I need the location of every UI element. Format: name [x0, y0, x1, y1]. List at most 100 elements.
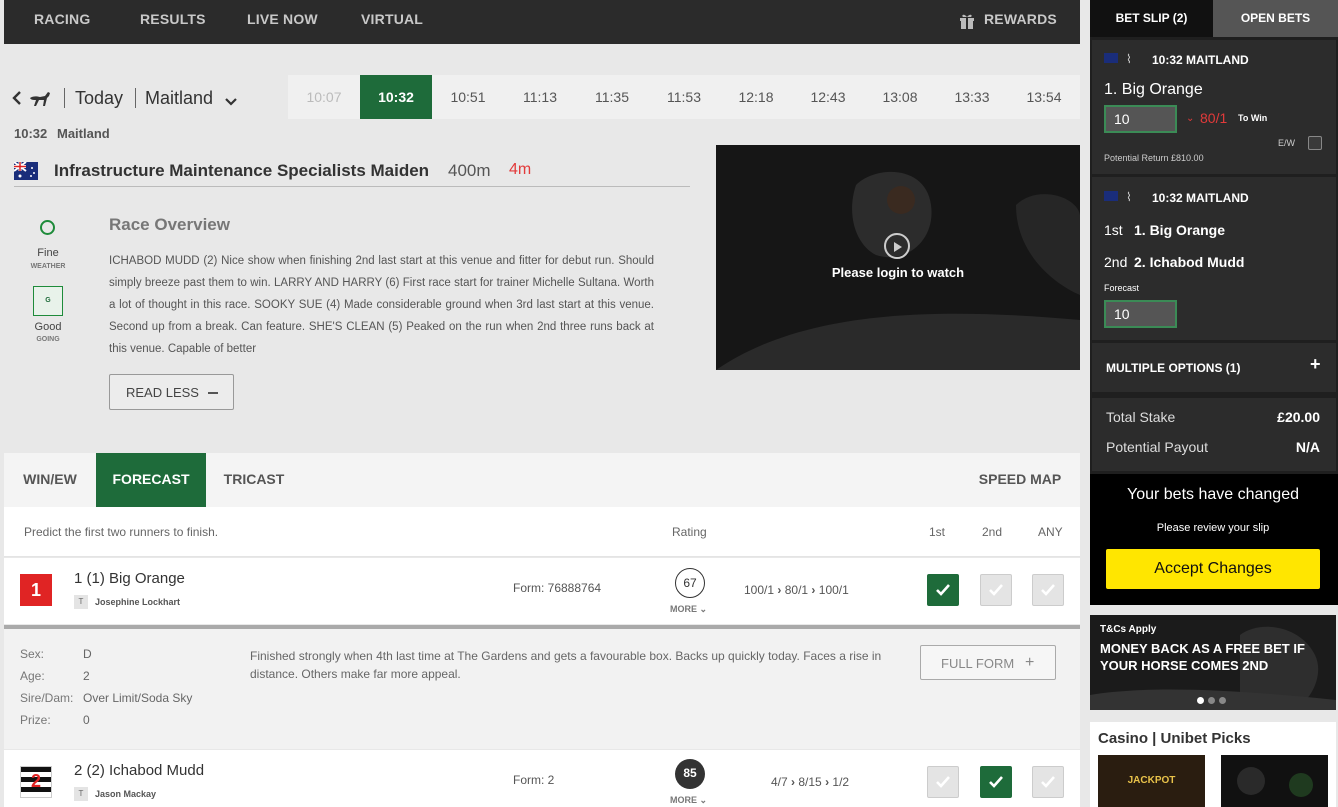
plus-icon[interactable]: + — [1310, 354, 1321, 375]
check-icon — [936, 776, 950, 788]
australia-flag-icon — [13, 161, 38, 180]
odds-history: 4/7 › 8/15 › 1/2 — [771, 775, 850, 789]
casino-game-tile[interactable]: JACKPOT — [1098, 755, 1205, 807]
casino-game-title: JACKPOT — [1127, 775, 1176, 786]
going-value: Good — [34, 321, 62, 333]
sex-value: D — [83, 647, 92, 661]
back-chevron-icon[interactable] — [12, 90, 22, 111]
table-header: Predict the first two runners to finish.… — [4, 507, 1080, 557]
sire-value: Over Limit/Soda Sky — [83, 691, 193, 705]
trainer-name: Josephine Lockhart — [95, 597, 181, 607]
race-time-tab[interactable]: 10:51 — [432, 75, 504, 119]
promo-text: MONEY BACK AS A FREE BET IF YOUR HORSE C… — [1100, 641, 1305, 673]
race-time-tab[interactable]: 11:13 — [504, 75, 576, 119]
race-times-bar: 10:07 10:32 10:51 11:13 11:35 11:53 12:18 12:43… — [288, 75, 1080, 119]
runner-details: Sex: D Age: 2 Sire/Dam: Over Limit/Soda … — [4, 629, 1080, 749]
play-icon[interactable] — [884, 233, 910, 259]
divider — [64, 88, 65, 108]
race-time-tab[interactable]: 12:43 — [792, 75, 864, 119]
any-order-checkbox[interactable] — [1032, 574, 1064, 606]
tab-open-bets[interactable]: OPEN BETS — [1213, 0, 1338, 37]
ew-checkbox[interactable] — [1308, 136, 1322, 150]
race-time-tab[interactable]: 10:32 — [360, 75, 432, 119]
accept-changes-label: Accept Changes — [1154, 560, 1272, 577]
nav-rewards[interactable]: REWARDS — [984, 11, 1057, 27]
changed-subtitle: Please review your slip — [1156, 522, 1270, 534]
runner-name[interactable]: 1 (1) Big Orange — [74, 570, 185, 587]
bet-card: ⌇ 10:32 MAITLAND 1st 1. Big Orange 2nd 2… — [1092, 177, 1336, 340]
second-place-checkbox[interactable] — [980, 574, 1012, 606]
video-player[interactable]: Please login to watch — [716, 145, 1080, 370]
trainer-badge: T — [74, 787, 88, 801]
check-icon — [1041, 584, 1055, 596]
total-stake-value: £20.00 — [1277, 409, 1320, 425]
greyhound-icon: ⌇ — [1126, 190, 1132, 204]
australia-flag-icon — [1104, 53, 1118, 63]
table-row: 1 1 (1) Big Orange T Josephine Lockhart … — [4, 558, 1080, 624]
race-time-tab[interactable]: 11:53 — [648, 75, 720, 119]
tab-win-ew[interactable]: WIN/EW — [4, 453, 96, 507]
video-login-message: Please login to watch — [831, 265, 965, 280]
accept-changes-button[interactable]: Accept Changes — [1106, 549, 1320, 589]
age-value: 2 — [83, 669, 90, 683]
stake-input[interactable]: 10 — [1104, 105, 1177, 133]
race-time-tab[interactable]: 10:07 — [288, 75, 360, 119]
read-less-button[interactable]: READ LESS — [109, 374, 234, 410]
tab-forecast[interactable]: FORECAST — [96, 453, 206, 507]
second-selection: 2. Ichabod Mudd — [1134, 254, 1245, 270]
nav-virtual[interactable]: VIRTUAL — [361, 11, 423, 27]
rating-header: Rating — [672, 525, 707, 539]
race-time-tab[interactable]: 13:33 — [936, 75, 1008, 119]
totals: Total Stake £20.00 Potential Payout N/A — [1092, 398, 1336, 471]
trainer-badge: T — [74, 595, 88, 609]
full-form-button[interactable]: FULL FORM + — [920, 645, 1056, 680]
any-order-checkbox[interactable] — [1032, 766, 1064, 798]
chevron-down-icon[interactable] — [225, 94, 237, 112]
nav-racing[interactable]: RACING — [34, 11, 90, 27]
weather-fine-icon — [40, 220, 55, 235]
bet-type-tabs: WIN/EW FORECAST TRICAST SPEED MAP — [4, 453, 1080, 507]
stake-input[interactable]: 10 — [1104, 300, 1177, 328]
plus-icon: + — [1025, 654, 1035, 671]
weather-value: Fine — [37, 247, 59, 259]
race-time-tab[interactable]: 11:35 — [576, 75, 648, 119]
promo-banner[interactable]: T&Cs Apply MONEY BACK AS A FREE BET IF Y… — [1090, 615, 1336, 710]
bet-odds: 80/1 — [1200, 110, 1228, 126]
carousel-dot[interactable] — [1219, 697, 1226, 704]
nav-results[interactable]: RESULTS — [140, 11, 206, 27]
second-place-checkbox[interactable] — [980, 766, 1012, 798]
race-time-tab[interactable]: 13:54 — [1008, 75, 1080, 119]
multiple-options-row[interactable]: MULTIPLE OPTIONS (1) + — [1092, 343, 1336, 392]
carousel-dot[interactable] — [1197, 697, 1204, 704]
col-2nd-header: 2nd — [982, 525, 1003, 539]
first-place-checkbox[interactable] — [927, 574, 959, 606]
changed-title: Your bets have changed — [1127, 486, 1299, 503]
race-time-tab[interactable]: 12:18 — [720, 75, 792, 119]
divider — [14, 186, 690, 187]
rating-badge: 67 — [675, 568, 705, 598]
to-win-label: To Win — [1238, 113, 1268, 123]
check-icon — [989, 776, 1003, 788]
runner-name[interactable]: 2 (2) Ichabod Mudd — [74, 762, 204, 779]
venue-select[interactable]: Maitland — [145, 88, 213, 109]
speed-map-link[interactable]: SPEED MAP — [970, 453, 1070, 507]
casino-game-tile[interactable] — [1221, 755, 1328, 807]
more-link[interactable]: MORE ⌄ — [670, 604, 707, 615]
col-any-header: ANY — [1038, 525, 1063, 539]
runner-form: Form: 76888764 — [513, 581, 602, 595]
nav-live-now[interactable]: LIVE NOW — [247, 11, 318, 27]
prize-label: Prize: — [20, 713, 51, 727]
first-place-checkbox[interactable] — [927, 766, 959, 798]
payout-label: Potential Payout — [1106, 439, 1208, 455]
more-link[interactable]: MORE ⌄ — [670, 795, 707, 806]
trainer-name: Jason Mackay — [95, 789, 157, 799]
table-instruction: Predict the first two runners to finish. — [24, 525, 219, 539]
race-time-tab[interactable]: 13:08 — [864, 75, 936, 119]
sire-label: Sire/Dam: — [20, 691, 74, 705]
chevron-down-icon: ⌄ — [699, 604, 708, 614]
tab-tricast[interactable]: TRICAST — [206, 453, 302, 507]
casino-picks: Casino | Unibet Picks JACKPOT — [1090, 722, 1336, 807]
bet-race-label: 10:32 MAITLAND — [1152, 53, 1249, 67]
tab-bet-slip[interactable]: BET SLIP (2) — [1090, 0, 1213, 37]
carousel-dot[interactable] — [1208, 697, 1215, 704]
